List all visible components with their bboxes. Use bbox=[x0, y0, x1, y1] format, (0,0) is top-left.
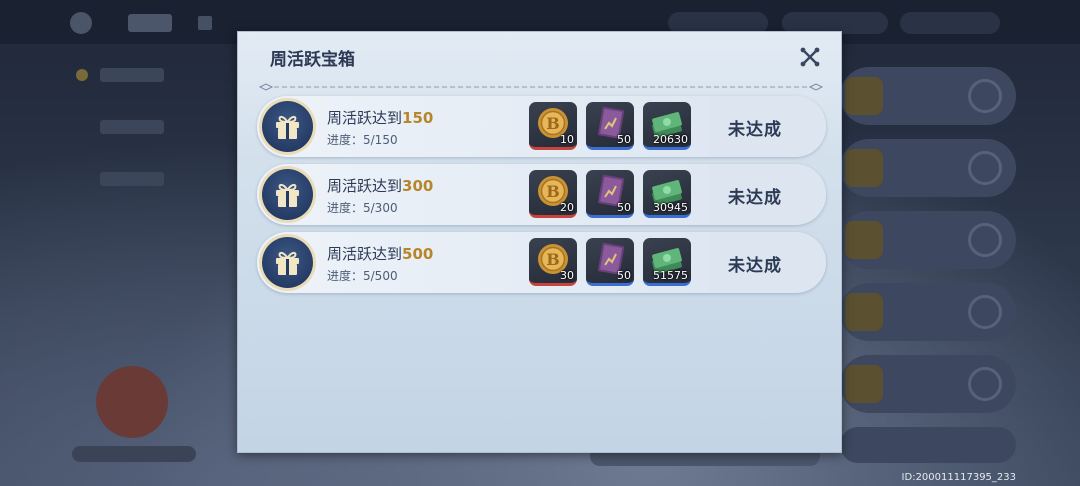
background-card-ring bbox=[968, 367, 1002, 401]
reward-count: 50 bbox=[617, 133, 631, 146]
background-card-icon bbox=[845, 149, 883, 187]
gift-box-icon bbox=[276, 251, 299, 275]
background-card-icon bbox=[845, 293, 883, 331]
background-currency-pill bbox=[900, 12, 1000, 34]
task-title: 周活跃达到150 bbox=[327, 107, 433, 128]
modal-title: 周活跃宝箱 bbox=[270, 50, 355, 70]
svg-text:B: B bbox=[546, 114, 560, 133]
reward-book[interactable]: 50 bbox=[586, 102, 634, 150]
background-task-card bbox=[840, 427, 1016, 463]
task-label: 周活跃达到 bbox=[327, 177, 403, 195]
gift-badge bbox=[259, 166, 316, 223]
player-id-label: ID:200011117395_233 bbox=[901, 472, 1016, 483]
task-title: 周活跃达到500 bbox=[327, 243, 433, 264]
reward-count: 50 bbox=[617, 201, 631, 214]
task-row-150: 周活跃达到150 进度：5/150 B 10 50 20630 未达成 bbox=[257, 96, 826, 157]
status-area: 未达成 bbox=[709, 164, 826, 225]
task-label: 周活跃达到 bbox=[327, 109, 403, 127]
reward-count: 10 bbox=[560, 133, 574, 146]
status-label: 未达成 bbox=[728, 120, 782, 140]
task-progress: 进度：5/300 bbox=[327, 201, 398, 215]
task-target: 300 bbox=[402, 177, 434, 195]
gift-box-icon bbox=[276, 115, 299, 139]
task-target: 150 bbox=[402, 109, 434, 127]
status-label: 未达成 bbox=[728, 188, 782, 208]
status-area: 未达成 bbox=[709, 232, 826, 293]
title-divider bbox=[258, 76, 824, 91]
status-label: 未达成 bbox=[728, 256, 782, 276]
background-card-ring bbox=[968, 151, 1002, 185]
background-sidebar-item bbox=[100, 68, 164, 82]
svg-text:B: B bbox=[546, 250, 560, 269]
task-progress: 进度：5/150 bbox=[327, 133, 398, 147]
background-avatar bbox=[96, 366, 168, 438]
task-row-500: 周活跃达到500 进度：5/500 B 30 50 51575 未达成 bbox=[257, 232, 826, 293]
reward-book[interactable]: 50 bbox=[586, 238, 634, 286]
reward-count: 20 bbox=[560, 201, 574, 214]
background-card-ring bbox=[968, 295, 1002, 329]
reward-count: 20630 bbox=[653, 133, 688, 146]
task-target: 500 bbox=[402, 245, 434, 263]
reward-cash[interactable]: 51575 bbox=[643, 238, 691, 286]
background-card-ring bbox=[968, 79, 1002, 113]
reward-cash[interactable]: 20630 bbox=[643, 102, 691, 150]
background-card-icon bbox=[845, 221, 883, 259]
background-card-ring bbox=[968, 223, 1002, 257]
background-name-plate bbox=[72, 446, 196, 462]
background-card-icon bbox=[845, 77, 883, 115]
gift-box-icon bbox=[276, 183, 299, 207]
gift-badge bbox=[259, 234, 316, 291]
task-label: 周活跃达到 bbox=[327, 245, 403, 263]
svg-text:B: B bbox=[546, 182, 560, 201]
task-title: 周活跃达到300 bbox=[327, 175, 433, 196]
background-home-icon bbox=[198, 16, 212, 30]
task-progress: 进度：5/500 bbox=[327, 269, 398, 283]
task-row-300: 周活跃达到300 进度：5/300 B 20 50 30945 未达成 bbox=[257, 164, 826, 225]
background-sidebar-item bbox=[100, 172, 164, 186]
background-card-icon bbox=[845, 365, 883, 403]
reward-cash[interactable]: 30945 bbox=[643, 170, 691, 218]
background-sidebar-dot bbox=[76, 69, 88, 81]
reward-coin[interactable]: B 30 bbox=[529, 238, 577, 286]
background-back-button bbox=[70, 12, 92, 34]
reward-count: 30 bbox=[560, 269, 574, 282]
gift-badge bbox=[259, 98, 316, 155]
close-icon[interactable] bbox=[799, 46, 821, 68]
weekly-activity-chest-modal: 周活跃宝箱 周活跃达到150 进度：5/150 B 10 50 20630 未达… bbox=[237, 31, 842, 453]
reward-book[interactable]: 50 bbox=[586, 170, 634, 218]
background-page-title bbox=[128, 14, 172, 32]
background-sidebar-item bbox=[100, 120, 164, 134]
reward-coin[interactable]: B 20 bbox=[529, 170, 577, 218]
reward-count: 51575 bbox=[653, 269, 688, 282]
reward-count: 50 bbox=[617, 269, 631, 282]
status-area: 未达成 bbox=[709, 96, 826, 157]
reward-count: 30945 bbox=[653, 201, 688, 214]
reward-coin[interactable]: B 10 bbox=[529, 102, 577, 150]
